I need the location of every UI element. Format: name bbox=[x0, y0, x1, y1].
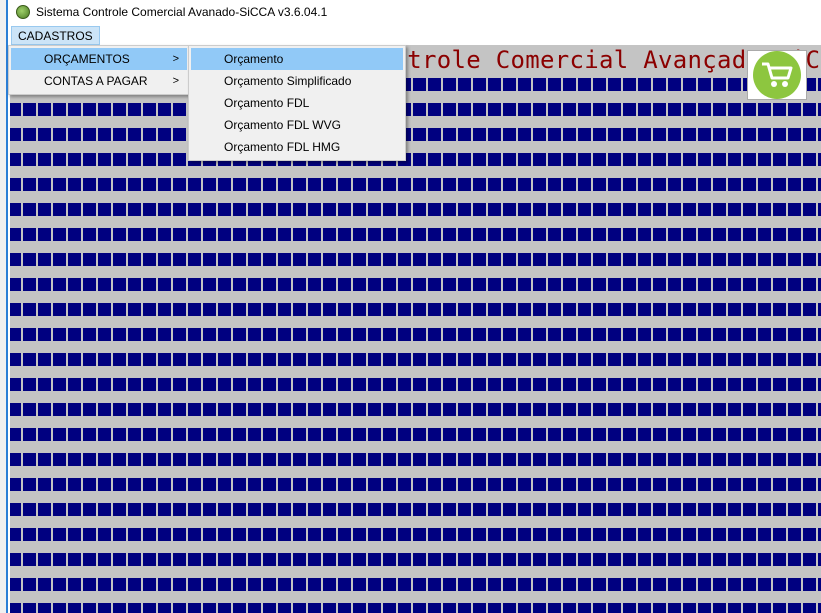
main-content: Sistema Controle Comercial Avançado-SiCC… bbox=[10, 45, 821, 613]
app-icon bbox=[16, 5, 30, 19]
menu-item-orcamento[interactable]: Orçamento bbox=[191, 48, 403, 70]
menu-item-label: ORÇAMENTOS bbox=[44, 52, 130, 66]
menu-item-contas-a-pagar[interactable]: CONTAS A PAGAR > bbox=[11, 70, 187, 92]
cadastros-dropdown: ORÇAMENTOS > CONTAS A PAGAR > bbox=[8, 45, 190, 95]
background-window-edge bbox=[0, 0, 8, 613]
menu-bar: CADASTROS bbox=[10, 24, 821, 45]
window-title: Sistema Controle Comercial Avanado-SiCCA… bbox=[36, 5, 328, 19]
menu-item-orcamentos[interactable]: ORÇAMENTOS > bbox=[11, 48, 187, 70]
chevron-right-icon: > bbox=[172, 53, 179, 65]
menu-item-orcamento-fdl-wvg[interactable]: Orçamento FDL WVG bbox=[191, 114, 403, 136]
menu-cadastros[interactable]: CADASTROS bbox=[11, 26, 100, 45]
menu-item-orcamento-fdl-hmg[interactable]: Orçamento FDL HMG bbox=[191, 136, 403, 158]
orcamentos-submenu: Orçamento Orçamento Simplificado Orçamen… bbox=[188, 45, 406, 161]
title-bar: Sistema Controle Comercial Avanado-SiCCA… bbox=[10, 0, 821, 24]
cart-button[interactable] bbox=[747, 50, 807, 100]
background-pattern bbox=[10, 78, 821, 613]
chevron-right-icon: > bbox=[172, 75, 179, 87]
menu-item-label: CONTAS A PAGAR bbox=[44, 74, 148, 88]
shopping-cart-icon bbox=[753, 51, 801, 99]
menu-item-orcamento-simplificado[interactable]: Orçamento Simplificado bbox=[191, 70, 403, 92]
menu-item-orcamento-fdl[interactable]: Orçamento FDL bbox=[191, 92, 403, 114]
